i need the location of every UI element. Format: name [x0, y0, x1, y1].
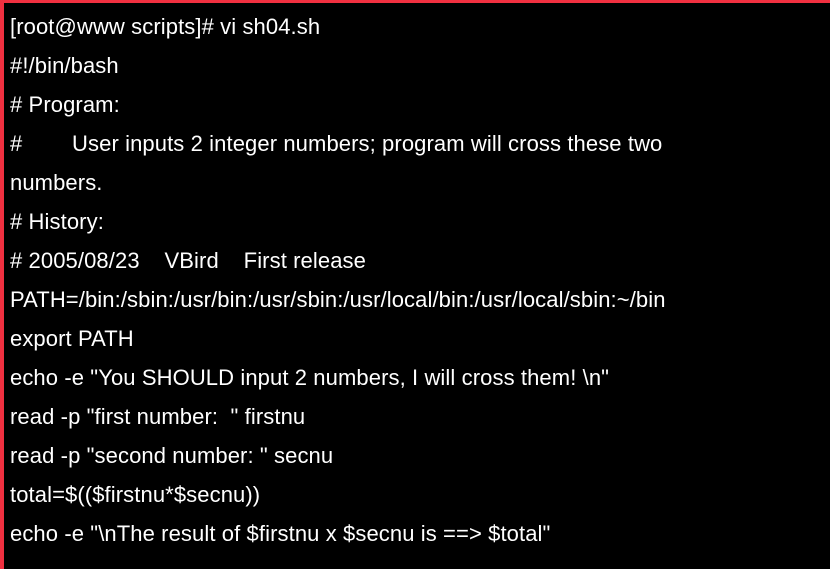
terminal-line: # History:: [10, 209, 104, 234]
terminal-window: [root@www scripts]# vi sh04.sh #!/bin/bas…: [0, 0, 830, 569]
terminal-line: export PATH: [10, 326, 134, 351]
terminal-line: echo -e "\nThe result of $firstnu x $sec…: [10, 521, 551, 546]
terminal-line: #!/bin/bash: [10, 53, 119, 78]
terminal-screen[interactable]: [root@www scripts]# vi sh04.sh #!/bin/bas…: [4, 3, 830, 569]
terminal-line: # User inputs 2 integer numbers; program…: [10, 131, 663, 156]
terminal-line: # 2005/08/23 VBird First release: [10, 248, 366, 273]
terminal-line: read -p "second number: " secnu: [10, 443, 334, 468]
terminal-line: total=$(($firstnu*$secnu)): [10, 482, 261, 507]
terminal-line: read -p "first number: " firstnu: [10, 404, 306, 429]
terminal-line: echo -e "You SHOULD input 2 numbers, I w…: [10, 365, 610, 390]
terminal-line: PATH=/bin:/sbin:/usr/bin:/usr/sbin:/usr/…: [10, 287, 666, 312]
terminal-line: numbers.: [10, 170, 103, 195]
terminal-line: # Program:: [10, 92, 120, 117]
terminal-line: [root@www scripts]# vi sh04.sh: [10, 14, 321, 39]
